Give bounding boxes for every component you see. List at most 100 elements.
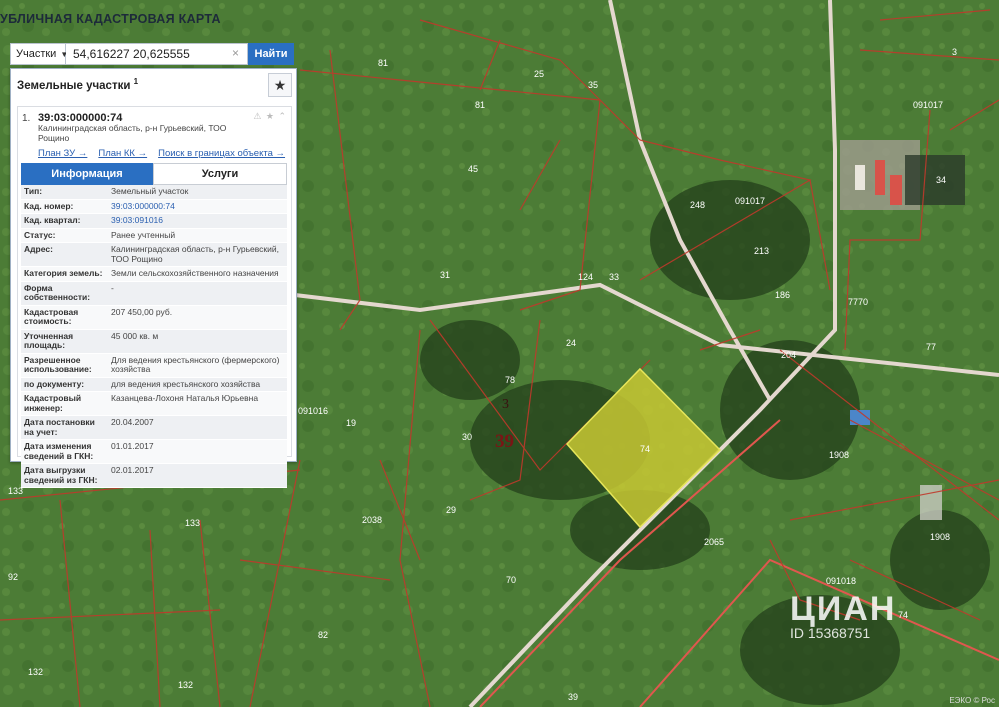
property-key: по документу: <box>24 378 85 389</box>
watermark-brand: ЦИАН <box>790 590 897 628</box>
property-key: Уточненная площадь: <box>24 330 74 350</box>
svg-text:2038: 2038 <box>362 515 382 525</box>
result-address: Калининградская область, р-н Гурьевский,… <box>38 123 227 143</box>
info-panel: Земельные участки 1 ★ 1. 39:03:000000:74… <box>10 68 297 488</box>
property-table: Тип: Земельный участок Кад. номер: 39:03:00… <box>21 185 287 488</box>
svg-text:19: 19 <box>346 418 356 428</box>
property-value: 45 000 кв. м <box>111 330 159 341</box>
property-row: Дата постановки на учет: 20.04.2007 <box>21 416 287 440</box>
svg-text:35: 35 <box>588 80 598 90</box>
search-type-dropdown[interactable]: Участки ▼ <box>10 43 68 65</box>
property-key: Кад. номер: <box>24 200 74 211</box>
property-row: Кад. квартал: 39:03:091016 <box>21 214 287 229</box>
svg-text:091018: 091018 <box>826 576 856 586</box>
property-row: Категория земель: Земли сельскохозяйствен… <box>21 267 287 282</box>
property-value: для ведения крестьянского хозяйства <box>111 378 261 389</box>
link-search-bounds[interactable]: Поиск в границах объекта → <box>158 148 285 159</box>
property-value: 207 450,00 руб. <box>111 306 173 317</box>
property-key: Адрес: <box>24 244 53 254</box>
search-input[interactable] <box>66 43 248 65</box>
property-value: 02.01.2017 <box>111 465 154 475</box>
watermark: ЦИАН ID 15368751 <box>790 590 896 641</box>
property-value[interactable]: 39:03:091016 <box>108 214 287 228</box>
clear-icon[interactable]: × <box>232 46 239 60</box>
svg-text:39: 39 <box>568 692 578 702</box>
result-count: 1 <box>133 77 139 86</box>
result-tools[interactable]: ⚠ ★ ⌃ <box>253 111 287 122</box>
svg-text:31: 31 <box>440 270 450 280</box>
search-button[interactable]: Найти <box>248 43 294 65</box>
property-row: Разрешенное использование: Для ведения кр… <box>21 353 287 378</box>
svg-text:3: 3 <box>952 47 957 57</box>
search-type-label: Участки <box>16 48 57 60</box>
svg-text:186: 186 <box>775 290 790 300</box>
svg-text:78: 78 <box>505 375 515 385</box>
link-plan-zu[interactable]: План ЗУ → <box>38 148 87 159</box>
svg-text:132: 132 <box>178 680 193 690</box>
svg-text:1908: 1908 <box>930 532 950 542</box>
svg-text:7770: 7770 <box>848 297 868 307</box>
svg-text:124: 124 <box>578 272 593 282</box>
svg-text:091016: 091016 <box>298 406 328 416</box>
favorite-star-button[interactable]: ★ <box>268 73 292 97</box>
svg-text:25: 25 <box>534 69 544 79</box>
property-row: Адрес: Калининградская область, р-н Гурье… <box>21 243 287 267</box>
svg-text:45: 45 <box>468 164 478 174</box>
property-key: Форма собственности: <box>24 282 91 302</box>
result-card: 1. 39:03:000000:74 Калининградская облас… <box>17 106 293 488</box>
property-key: Кадастровый инженер: <box>24 393 82 413</box>
svg-text:39: 39 <box>495 431 514 452</box>
property-row: Кад. номер: 39:03:000000:74 <box>21 199 287 214</box>
svg-text:2065: 2065 <box>704 537 724 547</box>
tab-info[interactable]: Информация <box>21 163 153 185</box>
property-value[interactable]: 39:03:000000:74 <box>108 200 287 214</box>
property-value: Калининградская область, р-н Гурьевский,… <box>111 244 280 264</box>
svg-text:1908: 1908 <box>829 450 849 460</box>
panel-title-text: Земельные участки <box>17 79 131 92</box>
panel-header: Земельные участки 1 ★ <box>11 69 296 101</box>
app-title: УБЛИЧНАЯ КАДАСТРОВАЯ КАРТА <box>0 12 221 26</box>
svg-text:091017: 091017 <box>735 196 765 206</box>
svg-text:248: 248 <box>690 200 705 210</box>
svg-text:81: 81 <box>475 100 485 110</box>
property-row: Уточненная площадь: 45 000 кв. м <box>21 329 287 354</box>
svg-text:70: 70 <box>506 575 516 585</box>
property-value: Для ведения крестьянского (фермерского) … <box>111 354 280 374</box>
property-key: Категория земель: <box>24 268 103 278</box>
property-row: по документу: для ведения крестьянского х… <box>21 377 287 392</box>
result-links: План ЗУ → План КК → Поиск в границах объ… <box>38 148 293 159</box>
property-key: Дата постановки на учет: <box>24 417 95 437</box>
svg-text:82: 82 <box>318 630 328 640</box>
result-tabs: Информация Услуги <box>21 163 287 185</box>
svg-text:3: 3 <box>502 397 509 412</box>
svg-text:30: 30 <box>462 432 472 442</box>
property-key: Статус: <box>24 229 56 240</box>
property-value: Ранее учтенный <box>111 229 176 240</box>
property-value: Земельный участок <box>111 186 189 196</box>
property-value: 20.04.2007 <box>111 417 154 427</box>
svg-text:34: 34 <box>936 175 946 185</box>
link-plan-kk[interactable]: План КК → <box>98 148 147 159</box>
tab-services[interactable]: Услуги <box>153 163 287 185</box>
property-value: 01.01.2017 <box>111 441 154 451</box>
map-copyright: ЕЭКО © Рос <box>949 696 995 705</box>
svg-text:091017: 091017 <box>913 100 943 110</box>
property-row: Статус: Ранее учтенный <box>21 228 287 243</box>
property-key: Кад. квартал: <box>24 215 81 225</box>
svg-text:213: 213 <box>754 246 769 256</box>
svg-text:29: 29 <box>446 505 456 515</box>
property-key: Разрешенное использование: <box>24 354 92 374</box>
property-row: Форма собственности: - <box>21 281 287 306</box>
property-row: Дата изменения сведений в ГКН: 01.01.2017 <box>21 440 287 464</box>
property-key: Дата изменения сведений в ГКН: <box>24 441 94 461</box>
svg-text:81: 81 <box>378 58 388 68</box>
property-row: Дата выгрузки сведений из ГКН: 02.01.2017 <box>21 464 287 488</box>
svg-text:132: 132 <box>28 667 43 677</box>
property-value: - <box>111 282 114 293</box>
svg-text:133: 133 <box>185 518 200 528</box>
property-key: Дата выгрузки сведений из ГКН: <box>24 465 98 485</box>
search-bar: Участки ▼ × Найти <box>10 43 294 65</box>
result-number: 1. <box>22 113 31 124</box>
property-row: Тип: Земельный участок <box>21 185 287 200</box>
property-row: Кадастровый инженер: Казанцева-Лохоня Нат… <box>21 392 287 416</box>
